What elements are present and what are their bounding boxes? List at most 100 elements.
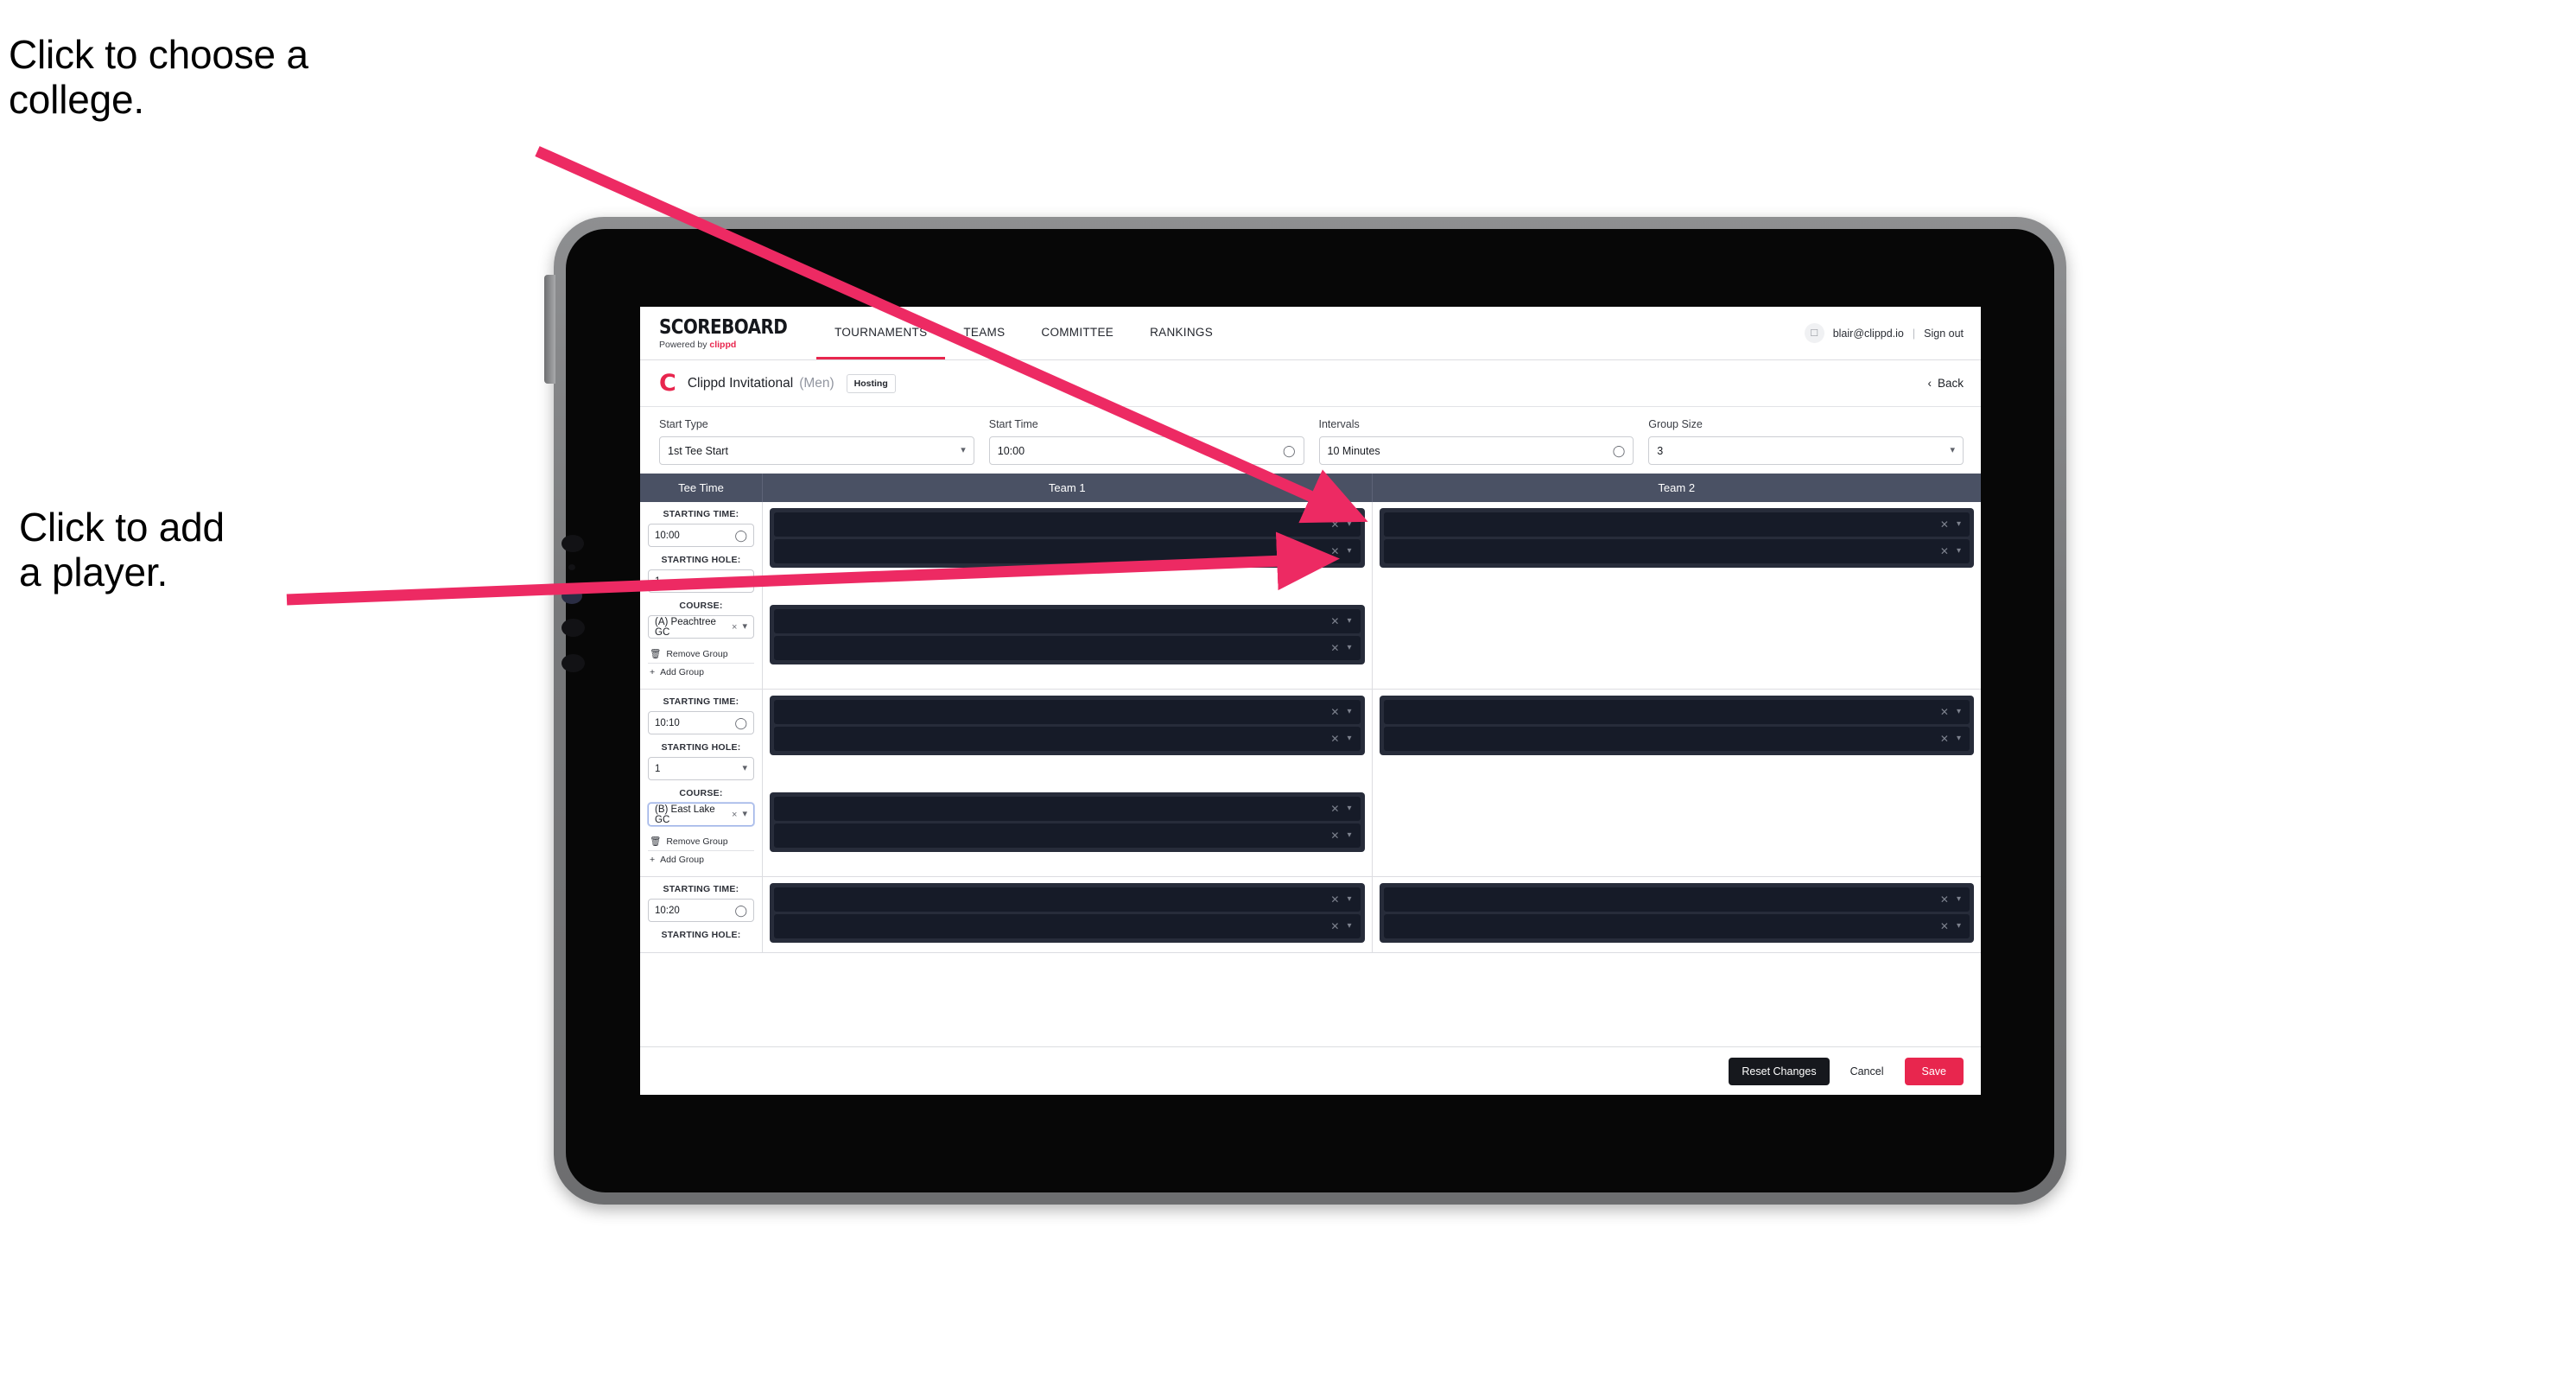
player-slot[interactable]: ✕ ▾ [1383,887,1970,912]
plus-icon: + [650,855,656,865]
chevron-updown-icon[interactable]: ▾ [742,576,747,586]
start-type-select[interactable]: 1st Tee Start ▾ [659,436,974,465]
chevron-updown-icon[interactable]: ▾ [1957,520,1961,529]
chevron-updown-icon[interactable]: ▾ [1347,644,1351,652]
chevron-updown-icon[interactable]: ▾ [1347,895,1351,904]
chevron-updown-icon[interactable]: ▾ [1347,520,1351,529]
chevron-updown-icon[interactable]: ▾ [1950,446,1955,455]
clock-icon[interactable]: ◯ [734,904,747,918]
nav-item-rankings[interactable]: RANKINGS [1132,307,1231,359]
nav-item-committee[interactable]: COMMITTEE [1023,307,1132,359]
clear-icon[interactable]: ✕ [1330,830,1339,842]
player-slot[interactable]: ✕ ▾ [1383,914,1970,938]
clear-icon[interactable]: ✕ [1940,518,1949,531]
clear-icon[interactable]: ✕ [1330,545,1339,557]
clear-icon[interactable]: ✕ [1330,518,1339,531]
back-label: Back [1937,377,1964,390]
cancel-button[interactable]: Cancel [1843,1058,1891,1085]
team-1-cell: ✕ ▾ ✕ ▾ [763,877,1373,952]
player-slot[interactable]: ✕ ▾ [774,823,1361,848]
add-group-button[interactable]: + Add Group [648,664,754,681]
starting-time-value: 10:10 [655,717,680,728]
chevron-updown-icon[interactable]: ▾ [742,810,747,819]
chevron-updown-icon[interactable]: ▾ [1347,617,1351,626]
player-slot[interactable]: ✕ ▾ [774,539,1361,563]
player-slot[interactable]: ✕ ▾ [774,887,1361,912]
clear-icon[interactable]: ✕ [1940,920,1949,932]
starting-hole-input[interactable]: 1 ▾ [648,569,754,593]
logo-tagline: Powered by clippd [659,340,794,350]
remove-group-button[interactable]: 🗑 Remove Group [648,832,754,851]
clear-icon[interactable]: × [732,622,737,633]
player-slot[interactable]: ✕ ▾ [774,797,1361,821]
chevron-updown-icon[interactable]: ▾ [1957,895,1961,904]
sign-out-link[interactable]: Sign out [1924,327,1964,340]
clear-icon[interactable]: ✕ [1330,733,1339,745]
player-slot[interactable]: ✕ ▾ [774,609,1361,633]
chevron-updown-icon[interactable]: ▾ [742,764,747,773]
clock-icon[interactable]: ◯ [1613,444,1626,458]
player-slot[interactable]: ✕ ▾ [774,914,1361,938]
nav-item-tournaments[interactable]: TOURNAMENTS [816,307,946,359]
player-slot[interactable]: ✕ ▾ [774,727,1361,751]
player-slot[interactable]: ✕ ▾ [774,700,1361,724]
save-button[interactable]: Save [1904,1057,1964,1085]
chevron-updown-icon[interactable]: ▾ [1347,831,1351,840]
clear-icon[interactable]: ✕ [1940,893,1949,906]
tablet-side-button[interactable] [544,275,555,384]
chevron-updown-icon[interactable]: ▾ [1957,708,1961,716]
player-slot[interactable]: ✕ ▾ [774,636,1361,660]
label-starting-time: STARTING TIME: [663,696,739,707]
chevron-updown-icon[interactable]: ▾ [1347,734,1351,743]
player-slot[interactable]: ✕ ▾ [1383,539,1970,563]
chevron-updown-icon[interactable]: ▾ [742,622,747,632]
clear-icon[interactable]: ✕ [1330,920,1339,932]
chevron-updown-icon[interactable]: ▾ [1347,922,1351,931]
intervals-input[interactable]: 10 Minutes ◯ [1318,436,1634,465]
start-time-input[interactable]: 10:00 ◯ [988,436,1304,465]
clear-icon[interactable]: ✕ [1330,803,1339,815]
clear-icon[interactable]: ✕ [1330,615,1339,627]
clear-icon[interactable]: × [732,810,737,820]
player-slot[interactable]: ✕ ▾ [774,512,1361,537]
player-slot[interactable]: ✕ ▾ [1383,512,1970,537]
nav-item-teams[interactable]: TEAMS [945,307,1023,359]
clear-icon[interactable]: ✕ [1330,706,1339,718]
clear-icon[interactable]: ✕ [1940,733,1949,745]
avatar[interactable]: ☐ [1804,323,1824,343]
player-slot[interactable]: ✕ ▾ [1383,700,1970,724]
tablet-sensor-icon [568,564,575,570]
clock-icon[interactable]: ◯ [734,529,747,543]
label-starting-hole: STARTING HOLE: [661,742,741,753]
chevron-updown-icon[interactable]: ▾ [1957,547,1961,556]
starting-time-input[interactable]: 10:20 ◯ [648,899,754,922]
app-logo[interactable]: SCOREBOARD Powered by clippd [659,307,816,359]
field-intervals: Intervals 10 Minutes ◯ [1318,418,1634,465]
clock-icon[interactable]: ◯ [734,716,747,730]
chevron-updown-icon[interactable]: ▾ [1957,922,1961,931]
chevron-updown-icon[interactable]: ▾ [1957,734,1961,743]
clear-icon[interactable]: ✕ [1330,893,1339,906]
chevron-updown-icon[interactable]: ▾ [1347,708,1351,716]
course-select[interactable]: (A) Peachtree GC × ▾ [648,615,754,639]
starting-time-input[interactable]: 10:10 ◯ [648,711,754,734]
chevron-updown-icon[interactable]: ▾ [1347,804,1351,813]
starting-hole-input[interactable]: 1 ▾ [648,757,754,780]
add-group-button[interactable]: + Add Group [648,851,754,868]
clock-icon[interactable]: ◯ [1283,444,1296,458]
clear-icon[interactable]: ✕ [1330,642,1339,654]
starting-time-input[interactable]: 10:00 ◯ [648,524,754,547]
tournament-title-row: C Clippd Invitational (Men) Hosting ‹ Ba… [640,360,1981,407]
clear-icon[interactable]: ✕ [1940,706,1949,718]
clear-icon[interactable]: ✕ [1940,545,1949,557]
back-button[interactable]: ‹ Back [1927,377,1964,390]
remove-group-button[interactable]: 🗑 Remove Group [648,645,754,664]
chevron-updown-icon[interactable]: ▾ [961,446,966,455]
team-2-cell: ✕ ▾ ✕ ▾ [1373,502,1982,689]
tee-time-cell: STARTING TIME: 10:00 ◯ STARTING HOLE: 1 … [640,502,763,689]
chevron-updown-icon[interactable]: ▾ [1347,547,1351,556]
group-size-select[interactable]: 3 ▾ [1648,436,1964,465]
reset-changes-button[interactable]: Reset Changes [1729,1057,1830,1085]
course-select[interactable]: (B) East Lake GC × ▾ [648,803,754,826]
player-slot[interactable]: ✕ ▾ [1383,727,1970,751]
